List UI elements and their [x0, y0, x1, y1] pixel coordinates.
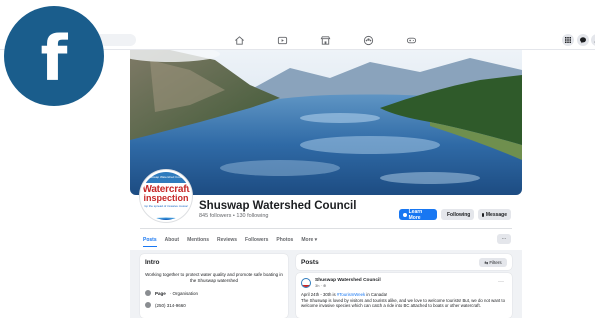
facebook-logo-icon: f [4, 6, 104, 106]
post-timestamp[interactable]: 3h · ⊕ [315, 283, 381, 288]
tab-mentions[interactable]: Mentions [187, 237, 209, 247]
profile-picture[interactable]: Shuswap Watershed Council Watercraft ins… [140, 170, 192, 222]
boat-icon [142, 210, 190, 220]
tab-photos[interactable]: Photos [276, 237, 293, 247]
intro-phone-row: (250) 314-9660 [145, 302, 283, 308]
intro-description: Working together to protect water qualit… [145, 272, 283, 283]
intro-heading: Intro [145, 259, 160, 266]
header-divider [140, 228, 512, 229]
post-text: The Shuswap is loved by visitors and tou… [301, 297, 505, 309]
groups-icon[interactable] [361, 33, 375, 47]
messenger-icon[interactable] [577, 34, 589, 46]
tab-about[interactable]: About [165, 237, 179, 247]
phone-icon [145, 302, 151, 308]
facebook-logo-letter: f [40, 22, 68, 95]
tab-more[interactable]: More ▾ [301, 237, 317, 247]
intro-page-row: Page · Organisation [145, 290, 283, 296]
post-options-button[interactable]: ··· [498, 279, 504, 285]
intro-page-category: · Organisation [169, 290, 199, 296]
video-icon[interactable] [275, 33, 289, 47]
intro-phone[interactable]: (250) 314-9660 [155, 303, 186, 308]
profile-subtitle: stop the spread of invasive mussels [142, 204, 190, 208]
following-button[interactable]: Following [441, 209, 474, 220]
more-options-button[interactable]: ··· [497, 234, 511, 244]
post-header: Shuswap Watershed Council 3h · ⊕ [301, 278, 507, 288]
post-avatar[interactable] [301, 278, 311, 288]
post-date-suffix: in Canada! [365, 292, 388, 297]
intro-page-label: Page [155, 290, 166, 296]
gaming-icon[interactable] [404, 33, 418, 47]
learn-more-label: Learn More [408, 208, 423, 221]
post-card: Shuswap Watershed Council 3h · ⊕ ··· Apr… [296, 273, 512, 318]
followers-count[interactable]: 845 followers • 130 following [199, 213, 269, 219]
messenger-small-icon [482, 212, 484, 217]
marketplace-icon[interactable] [318, 33, 332, 47]
tab-followers[interactable]: Followers [245, 237, 268, 247]
home-icon[interactable] [232, 33, 246, 47]
tab-posts[interactable]: Posts [143, 237, 157, 247]
post-date-prefix: April 24th - 30th is [301, 292, 337, 297]
learn-more-button[interactable]: Learn More [399, 208, 437, 221]
page-title: Shuswap Watershed Council [199, 200, 357, 212]
intro-card: Intro Working together to protect water … [140, 254, 288, 318]
following-label: Following [447, 211, 471, 218]
info-icon [403, 212, 407, 217]
posts-heading: Posts [301, 259, 319, 266]
message-button[interactable]: Message [478, 209, 511, 220]
posts-header-card: Posts ⇆ Filters [296, 254, 512, 270]
tab-reviews[interactable]: Reviews [217, 237, 237, 247]
message-label: Message [485, 211, 507, 218]
page-tabs: Posts About Mentions Reviews Followers P… [143, 237, 317, 247]
notifications-icon[interactable] [591, 34, 595, 46]
post-hashtag[interactable]: #TourismWeek [337, 292, 365, 297]
info-circle-icon [145, 290, 151, 296]
post-body: April 24th - 30th is #TourismWeek in Can… [301, 292, 507, 309]
filters-button[interactable]: ⇆ Filters [479, 258, 507, 267]
menu-grid-icon[interactable] [562, 34, 574, 46]
cover-photo[interactable] [130, 50, 522, 195]
profile-title-line2: inspection [143, 193, 189, 203]
